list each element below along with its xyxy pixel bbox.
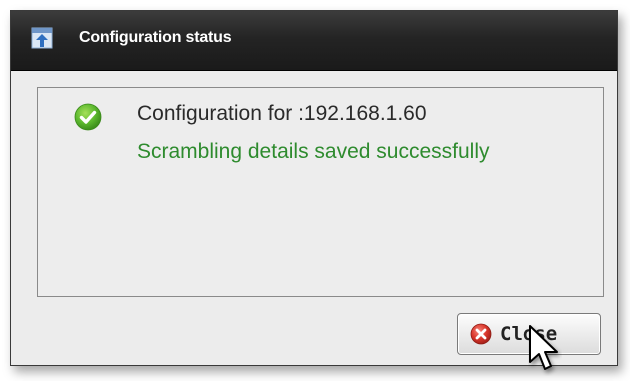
mouse-pointer-icon (528, 324, 562, 376)
configuration-status-dialog: Configuration status Configuration for :… (10, 10, 618, 366)
config-upload-icon (31, 27, 53, 49)
success-message-text: Scrambling details saved successfully (137, 140, 490, 163)
close-circle-icon (470, 323, 492, 345)
check-circle-icon (74, 103, 102, 131)
configuration-target-text: Configuration for :192.168.1.60 (137, 102, 427, 125)
title-bar[interactable]: Configuration status (11, 11, 617, 71)
message-panel: Configuration for :192.168.1.60 Scrambli… (37, 87, 604, 297)
window-title: Configuration status (79, 29, 232, 46)
